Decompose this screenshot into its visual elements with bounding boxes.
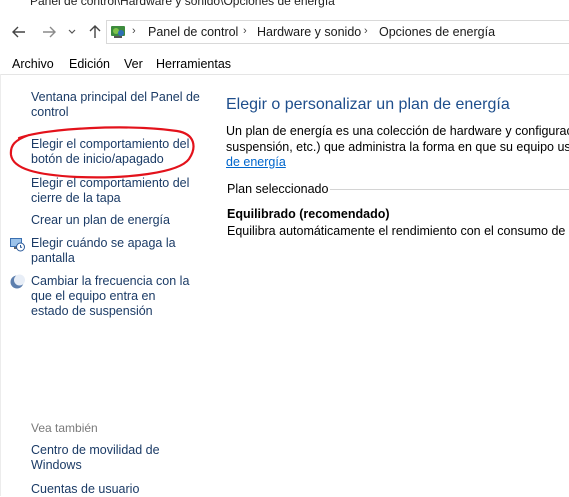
see-also-heading: Vea también [31,421,98,435]
section-selected-plan: Plan seleccionado [227,182,329,196]
page-title: Elegir o personalizar un plan de energía [226,96,510,113]
description-link-line: de energía [226,154,569,170]
section-divider [330,189,569,190]
sidebar-link-sleep-frequency[interactable]: Cambiar la frecuencia con la que el equi… [31,274,196,319]
breadcrumb-chevron-icon: › [132,25,136,37]
breadcrumb-chevron-icon: › [243,25,247,37]
annotation-circle [9,126,195,179]
address-bar[interactable]: › Panel de control › Hardware y sonido ›… [106,20,569,44]
recent-locations-button[interactable] [61,20,83,44]
arrow-right-icon [43,26,56,38]
breadcrumb-chevron-icon: › [364,25,368,37]
monitor-clock-icon [10,238,25,252]
forward-button[interactable] [38,20,60,44]
navigation-bar: › Panel de control › Hardware y sonido ›… [0,14,569,50]
sidebar-link-user-accounts[interactable]: Cuentas de usuario [31,482,201,497]
moon-icon [10,274,25,289]
menu-bar: Archivo Edición Ver Herramientas [0,54,569,75]
sidebar-link-mobility-center[interactable]: Centro de movilidad de Windows [31,443,181,473]
window-title-bar: Panel de control\Hardware y sonido\Opcio… [0,0,569,14]
menu-ver[interactable]: Ver [124,57,143,71]
breadcrumb-control-panel[interactable]: Panel de control [148,25,238,39]
power-plans-link[interactable]: de energía [226,155,286,169]
window-left-border [0,74,1,496]
menu-herramientas[interactable]: Herramientas [156,57,231,71]
description-line-1: Un plan de energía es una colección de h… [226,124,569,138]
up-button[interactable] [84,20,106,44]
window-title: Panel de control\Hardware y sonido\Opcio… [30,0,335,8]
sidebar-link-control-panel-home[interactable]: Ventana principal del Panel de control [31,90,201,120]
sidebar-link-display-off-time[interactable]: Elegir cuándo se apaga la pantalla [31,236,181,266]
menu-edicion[interactable]: Edición [69,57,110,71]
back-button[interactable] [8,20,30,44]
arrow-up-icon [89,25,101,38]
plan-description: Equilibra automáticamente el rendimiento… [227,224,569,238]
menu-archivo[interactable]: Archivo [12,57,54,71]
breadcrumb-power-options[interactable]: Opciones de energía [379,25,495,39]
breadcrumb-hardware-sound[interactable]: Hardware y sonido [257,25,361,39]
chevron-down-icon [68,29,76,34]
plan-name: Equilibrado (recomendado) [227,207,390,221]
arrow-left-icon [12,26,25,38]
sidebar-link-create-power-plan[interactable]: Crear un plan de energía [31,213,201,228]
control-panel-icon [111,26,125,38]
description-line-2: suspensión, etc.) que administra la form… [226,140,569,154]
